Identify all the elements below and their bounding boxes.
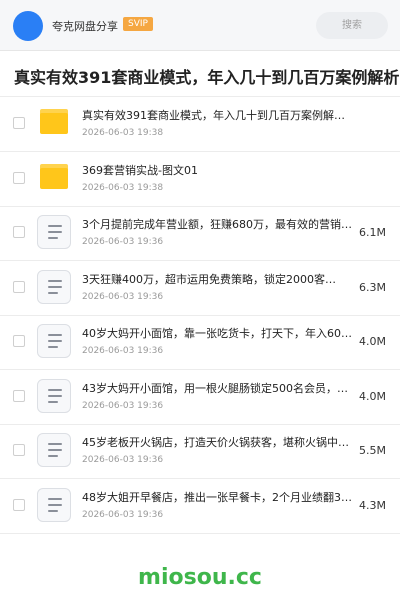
search-input[interactable] (316, 12, 388, 39)
file-row[interactable]: 3天狂赚400万，超市运用免费策略，锁定2000客… 2026-06-03 19:… (0, 261, 400, 316)
document-icon (37, 433, 71, 467)
document-icon (37, 215, 71, 249)
file-date: 2026-06-03 19:36 (82, 291, 164, 302)
file-name: 3天狂赚400万，超市运用免费策略，锁定2000客… (82, 272, 336, 286)
row-checkbox[interactable] (13, 280, 25, 293)
document-icon (37, 269, 71, 304)
watermark-text: miosou.cc (138, 565, 262, 590)
folder-icon (40, 163, 68, 189)
page-title: 真实有效391套商业模式，年入几十到几百万案例解析（电 (14, 68, 400, 87)
file-name: 43岁大妈开小面馆，用一根火腿肠锁定500名会员，… (82, 381, 348, 395)
file-name: 45岁老板开火锅店，打造天价火锅获客，堪称火锅中的… (82, 436, 354, 449)
file-size: 6.3M (359, 280, 386, 294)
row-checkbox[interactable] (13, 117, 25, 129)
file-date: 2026-06-03 19:36 (82, 237, 164, 247)
file-name: 3个月提前完成年营业额，狂赚680万，最有效的营销… (82, 218, 352, 231)
file-row[interactable]: 369套营销实战-图文01 2026-06-03 19:38 (0, 152, 400, 207)
file-name: 40岁大妈开小面馆，靠一张吃货卡，打天下，年入60… (82, 327, 352, 340)
file-row[interactable]: 45岁老板开火锅店，打造天价火锅获客，堪称火锅中的… 2026-06-03 19:… (0, 424, 400, 479)
file-row[interactable]: 3个月提前完成年营业额，狂赚680万，最有效的营销… 2026-06-03 19:… (0, 206, 400, 261)
file-row[interactable]: 40岁大妈开小面馆，靠一张吃货卡，打天下，年入60… 2026-06-03 19:… (0, 315, 400, 370)
file-row[interactable]: 真实有效391套商业模式，年入几十到几百万案例解析… 2026-06-03 19:… (0, 97, 400, 152)
file-date: 2026-06-03 19:36 (82, 509, 164, 520)
document-icon (37, 487, 71, 522)
file-row[interactable]: 43岁大妈开小面馆，用一根火腿肠锁定500名会员，… 2026-06-03 19:… (0, 370, 400, 425)
row-checkbox[interactable] (13, 335, 25, 347)
svip-badge: SVIP (123, 17, 153, 31)
file-size: 6.1M (359, 226, 386, 239)
file-size: 4.0M (359, 335, 386, 348)
file-name: 369套营销实战-图文01 (82, 163, 198, 177)
row-checkbox[interactable] (13, 389, 25, 402)
file-name: 真实有效391套商业模式，年入几十到几百万案例解析… (82, 109, 354, 122)
brand-label: 夸克网盘分享 (52, 20, 118, 33)
file-name: 48岁大姐开早餐店，推出一张早餐卡，2个月业绩翻3… (82, 490, 352, 504)
header-bar: 夸克网盘分享 SVIP (0, 0, 400, 51)
file-date: 2026-06-03 19:36 (82, 455, 164, 465)
file-size: 4.0M (359, 389, 386, 403)
document-icon (37, 324, 71, 358)
file-size: 4.3M (359, 498, 386, 512)
row-checkbox[interactable] (13, 444, 25, 456)
file-date: 2026-06-03 19:38 (82, 128, 164, 138)
row-checkbox[interactable] (13, 226, 25, 238)
row-checkbox[interactable] (13, 171, 25, 184)
folder-icon (40, 109, 68, 134)
file-date: 2026-06-03 19:36 (82, 400, 164, 411)
file-date: 2026-06-03 19:38 (82, 182, 164, 193)
file-size: 5.5M (359, 444, 386, 457)
row-checkbox[interactable] (13, 498, 25, 511)
file-date: 2026-06-03 19:36 (82, 346, 164, 356)
avatar[interactable] (13, 11, 43, 41)
file-row[interactable]: 48岁大姐开早餐店，推出一张早餐卡，2个月业绩翻3… 2026-06-03 19:… (0, 479, 400, 534)
document-icon (37, 378, 71, 413)
